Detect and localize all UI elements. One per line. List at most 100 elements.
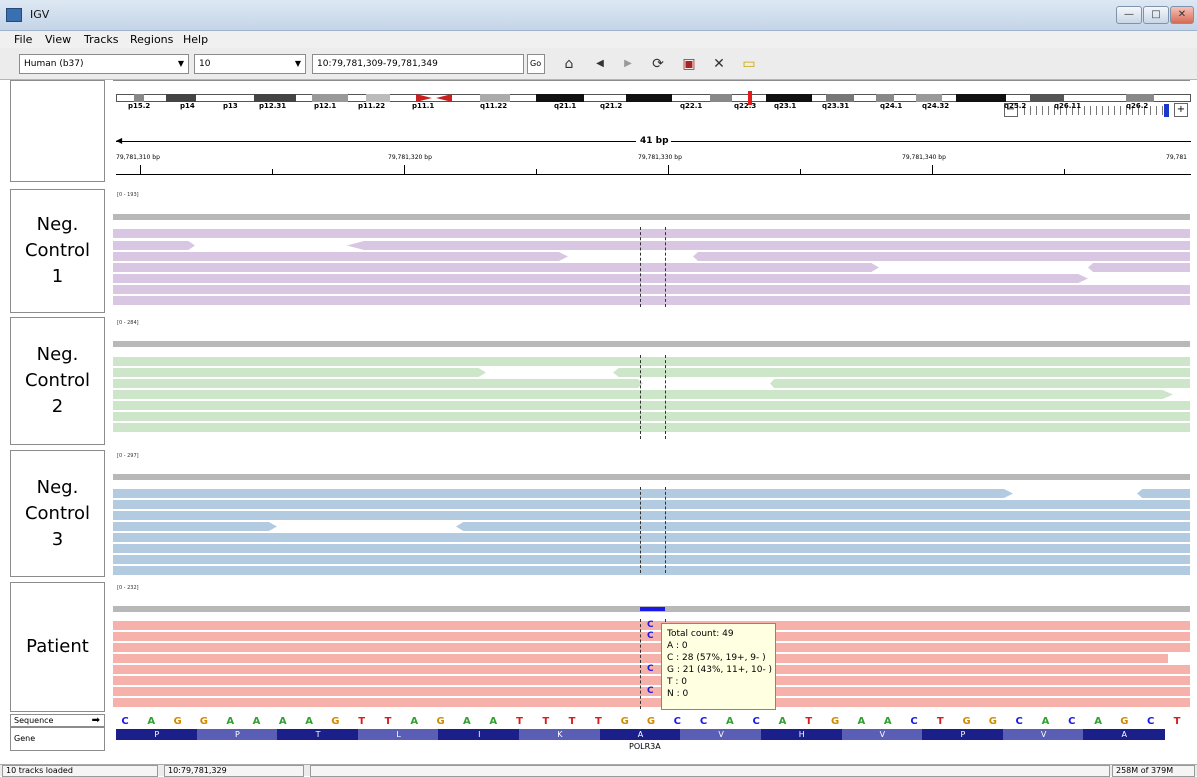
close-button[interactable]: ✕ [1170, 6, 1194, 24]
read[interactable] [693, 252, 1190, 261]
read[interactable] [113, 401, 1190, 410]
read[interactable] [113, 555, 1190, 564]
read[interactable] [113, 566, 1190, 575]
amino-acid-block: A [599, 729, 682, 740]
read[interactable] [113, 544, 1190, 553]
track-name-neg-control-1[interactable]: Neg. Control 1 [10, 189, 105, 313]
read[interactable] [113, 412, 1190, 421]
maximize-button[interactable]: □ [1143, 6, 1169, 24]
ruler-span-line-left [116, 141, 636, 142]
track-name-neg-control-3[interactable]: Neg. Control 3 [10, 450, 105, 577]
sequence-base: T [516, 716, 523, 727]
menu-help[interactable]: Help [183, 33, 208, 46]
track-name-neg-control-2[interactable]: Neg. Control 2 [10, 317, 105, 445]
strand-arrow-icon[interactable]: ➡ [92, 715, 100, 726]
sequence-base: T [384, 716, 392, 727]
band-label: q21.1 [554, 102, 577, 110]
locus-input[interactable]: 10:79,781,309-79,781,349 [312, 54, 524, 74]
alignment-track-patient[interactable]: [0 - 232] C C C C [113, 582, 1190, 712]
read[interactable] [113, 229, 1190, 238]
band-p15-2 [134, 94, 144, 102]
back-icon[interactable]: ◀ [589, 53, 611, 75]
read[interactable] [113, 654, 1190, 663]
home-icon[interactable]: ⌂ [558, 53, 580, 75]
sequence-base: C [1015, 716, 1023, 727]
read[interactable] [113, 379, 643, 388]
header-name-panel [10, 80, 105, 182]
read[interactable] [113, 368, 486, 377]
sequence-track-name[interactable]: Sequence ➡ [10, 714, 105, 727]
band-q23-31 [826, 94, 854, 102]
forward-icon[interactable]: ▶ [617, 53, 639, 75]
read[interactable] [113, 241, 195, 250]
menu-file[interactable]: File [14, 33, 32, 46]
arrow-left-icon: ◀ [116, 136, 123, 145]
sequence-base: T [805, 716, 813, 727]
read[interactable] [456, 522, 1190, 531]
go-button[interactable]: Go [527, 54, 545, 74]
alignment-track-neg-control-2[interactable]: [0 - 284] [113, 317, 1190, 445]
menu-view[interactable]: View [45, 33, 71, 46]
read[interactable] [113, 533, 1190, 542]
band-q21-2 [626, 94, 672, 102]
title-bar: IGV — □ ✕ [0, 0, 1197, 31]
menu-tracks[interactable]: Tracks [84, 33, 119, 46]
coverage-range: [0 - 232] [117, 585, 139, 591]
amino-acid-block: K [519, 729, 601, 740]
band-q26-11 [1030, 94, 1064, 102]
genome-dropdown[interactable]: Human (b37) ▼ [19, 54, 189, 74]
tooltip-t: T : 0 [667, 677, 687, 687]
gene-track-name[interactable]: Gene [10, 727, 105, 751]
center-line-left [640, 487, 641, 573]
chromosome-ideogram[interactable]: p15.2 p14 p13 p12.31 p12.1 p11.22 p11.1 … [116, 91, 1191, 112]
band-p12-31 [254, 94, 296, 102]
band-label: q24.32 [922, 102, 950, 110]
read[interactable] [113, 296, 1190, 305]
minimize-button[interactable]: — [1116, 6, 1142, 24]
amino-acid-block: V [1002, 729, 1085, 740]
read[interactable] [113, 274, 1088, 283]
details-icon[interactable]: ✕ [708, 53, 730, 75]
coverage-range: [0 - 193] [117, 192, 139, 198]
refresh-icon[interactable]: ⟳ [647, 53, 669, 75]
read[interactable] [113, 285, 1190, 294]
read[interactable] [113, 500, 1190, 509]
sequence-base: G [620, 716, 629, 727]
resize-icon[interactable]: ▣ [678, 53, 700, 75]
menu-regions[interactable]: Regions [130, 33, 173, 46]
alignment-track-neg-control-3[interactable]: [0 - 297] [113, 450, 1190, 577]
ruler-tick-label: 79,781,310 bp [116, 154, 160, 161]
read[interactable] [113, 252, 568, 261]
read[interactable] [113, 489, 1013, 498]
center-line-right [665, 487, 666, 573]
read[interactable] [113, 643, 1190, 652]
ruler-span-label: 41 bp [640, 136, 669, 146]
read[interactable] [113, 263, 879, 272]
read[interactable] [1088, 263, 1190, 272]
ruler[interactable]: ◀ 41 bp 79,781,310 bp 79,781,320 bp 79,7… [116, 136, 1191, 182]
mismatch-base-c: C [647, 664, 654, 674]
read[interactable] [1137, 489, 1190, 498]
band-label: p14 [180, 102, 195, 110]
band-label: q25.2 [1004, 102, 1027, 110]
chromosome-dropdown[interactable]: 10 ▼ [194, 54, 306, 74]
read[interactable] [113, 423, 1190, 432]
read[interactable] [113, 698, 1190, 707]
read[interactable] [113, 511, 1190, 520]
read[interactable] [113, 522, 277, 531]
sequence-base: A [278, 716, 287, 727]
read[interactable] [113, 390, 1173, 399]
read[interactable] [113, 357, 1190, 366]
popup-text-icon[interactable]: ▭ [738, 53, 760, 75]
sequence-base: A [883, 716, 892, 727]
genome-value: Human (b37) [24, 59, 84, 69]
read[interactable] [347, 241, 1190, 250]
ruler-tick-label: 79,781 [1166, 154, 1187, 161]
read[interactable] [613, 368, 1190, 377]
read[interactable] [770, 379, 1190, 388]
track-name-patient[interactable]: Patient [10, 582, 105, 712]
mismatch-base-c: C [647, 620, 654, 630]
read-gap [1168, 654, 1190, 663]
alignment-track-neg-control-1[interactable]: [0 - 193] [113, 189, 1190, 313]
read[interactable] [113, 676, 1190, 685]
